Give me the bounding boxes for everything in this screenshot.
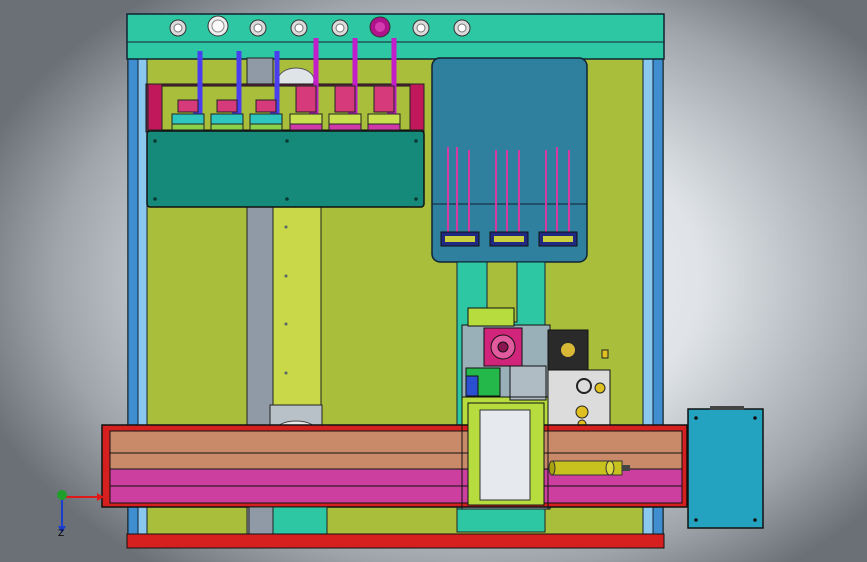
axis-triad-icon (57, 490, 104, 533)
stepper-motor-icon (483, 327, 523, 367)
top-knob-icon[interactable] (290, 19, 308, 37)
top-knob-icon[interactable] (207, 15, 229, 37)
top-knob-icon[interactable] (331, 19, 349, 37)
top-knob-icon[interactable] (412, 19, 430, 37)
left-slide-rail (272, 204, 322, 434)
top-knob-icon[interactable] (453, 19, 471, 37)
base-plate (126, 533, 665, 549)
pump-heads (440, 231, 578, 247)
pneumatic-cylinder (548, 460, 630, 476)
machine-model (57, 13, 764, 549)
top-knob-icon[interactable] (249, 19, 267, 37)
nozzle-block (146, 130, 425, 208)
cad-viewport: Z (0, 0, 867, 562)
top-knob-icon[interactable] (169, 19, 187, 37)
axis-z-label: Z (58, 529, 65, 539)
electrical-box (687, 406, 764, 529)
pump-housing (431, 57, 588, 263)
emergency-stop-icon[interactable] (369, 16, 391, 38)
